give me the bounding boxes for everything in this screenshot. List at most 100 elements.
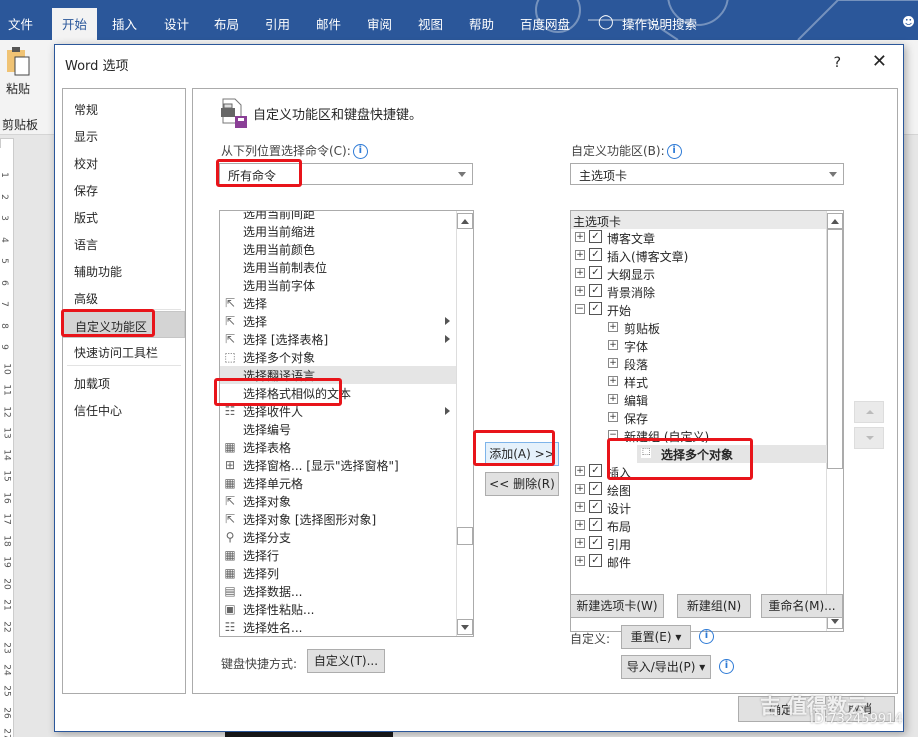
rename-button[interactable]: 重命名(M)... <box>761 594 843 618</box>
choose-commands-combo[interactable]: 所有命令 <box>219 163 473 185</box>
tree-node[interactable]: + 段落 <box>571 355 827 373</box>
scroll-up-button[interactable] <box>827 213 843 229</box>
tree-node[interactable]: + ✓ 插入(博客文章) <box>571 247 827 265</box>
tree-node[interactable]: + ✓ 布局 <box>571 517 827 535</box>
commands-scrollbar[interactable] <box>456 211 473 636</box>
command-item[interactable]: ▦ 选择列 <box>220 564 456 582</box>
tab-references[interactable]: 引用 <box>265 14 290 33</box>
expand-icon[interactable]: + <box>575 268 585 278</box>
expand-icon[interactable]: + <box>575 556 585 566</box>
command-item[interactable]: ⇱ 选择对象 <box>220 492 456 510</box>
command-item[interactable]: ▤ 选择数据... <box>220 582 456 600</box>
tree-node[interactable]: + ✓ 绘图 <box>571 481 827 499</box>
checkbox[interactable]: ✓ <box>589 230 602 243</box>
command-item[interactable]: 选用当前缩进 <box>220 222 456 240</box>
checkbox[interactable]: ✓ <box>589 482 602 495</box>
command-item[interactable]: 选用当前颜色 <box>220 240 456 258</box>
expand-icon[interactable]: + <box>608 322 618 332</box>
paste-label[interactable]: 粘贴 <box>6 80 30 97</box>
tab-review[interactable]: 审阅 <box>367 14 392 33</box>
checkbox[interactable]: ✓ <box>589 266 602 279</box>
command-item[interactable]: 选择翻译语言... <box>220 366 456 384</box>
scroll-down-button[interactable] <box>457 619 473 635</box>
command-item[interactable]: ⇱ 选择 <box>220 312 456 330</box>
scroll-up-button[interactable] <box>457 213 473 229</box>
checkbox[interactable]: ✓ <box>589 536 602 549</box>
tab-layout[interactable]: 布局 <box>214 14 239 33</box>
nav-item[interactable]: 语言 <box>63 230 185 257</box>
command-item[interactable]: ⚲ 选择分支 <box>220 528 456 546</box>
help-button[interactable]: ? <box>834 55 841 71</box>
expand-icon[interactable]: + <box>575 286 585 296</box>
info-icon[interactable]: i <box>352 144 368 159</box>
nav-item[interactable]: 常规 <box>63 95 185 122</box>
checkbox[interactable]: ✓ <box>589 500 602 513</box>
expand-icon[interactable]: + <box>608 412 618 422</box>
customize-ribbon-combo[interactable]: 主选项卡 <box>570 163 844 185</box>
tree-node[interactable]: + ✓ 背景消除 <box>571 283 827 301</box>
tree-node[interactable]: + ✓ 插入 <box>571 463 827 481</box>
tree-node[interactable]: + ✓ 设计 <box>571 499 827 517</box>
nav-item[interactable]: 高级 <box>63 284 185 311</box>
tab-insert[interactable]: 插入 <box>112 14 137 33</box>
reset-button[interactable]: 重置(E) ▾ <box>621 625 691 649</box>
tab-file[interactable]: 文件 <box>8 14 33 33</box>
tab-design[interactable]: 设计 <box>164 14 189 33</box>
command-item[interactable]: ⊞ 选择窗格... [显示"选择窗格"] <box>220 456 456 474</box>
nav-item[interactable]: 显示 <box>63 122 185 149</box>
expand-icon[interactable]: + <box>575 484 585 494</box>
expand-icon[interactable]: + <box>608 358 618 368</box>
command-item[interactable]: ▦ 选择单元格 <box>220 474 456 492</box>
tree-node[interactable]: + ✓ 邮件 <box>571 553 827 571</box>
expand-icon[interactable]: + <box>608 376 618 386</box>
add-button[interactable]: 添加(A) >> <box>485 442 559 466</box>
command-item[interactable]: ▦ 选择表格 <box>220 438 456 456</box>
command-item[interactable]: ⇱ 选择对象 [选择图形对象] <box>220 510 456 528</box>
command-item[interactable]: ⇱ 选择 [选择表格] <box>220 330 456 348</box>
command-item[interactable]: 选用当前间距 <box>220 211 456 222</box>
expand-icon[interactable]: + <box>575 520 585 530</box>
command-item[interactable]: ⬚ 选择多个对象 <box>220 348 456 366</box>
commands-list[interactable]: ☷选择姓名 ☷ 选择姓名... ▣ 选择性粘贴... ▤ 选择数据... ▦ 选择列 ▦ 选择行 ⚲ 选… <box>219 210 474 637</box>
command-item[interactable]: 选择编号 <box>220 420 456 438</box>
command-item[interactable]: ⇱ 选择 <box>220 294 456 312</box>
tree-node[interactable]: + ✓ 引用 <box>571 535 827 553</box>
collapse-icon[interactable]: − <box>608 430 618 440</box>
tree-node[interactable]: + ✓ 博客文章 <box>571 229 827 247</box>
command-item[interactable]: ☷ 选择姓名... <box>220 618 456 636</box>
nav-item[interactable]: 版式 <box>63 203 185 230</box>
command-item[interactable]: ☷ 选择收件人 <box>220 402 456 420</box>
expand-icon[interactable]: + <box>575 250 585 260</box>
remove-button[interactable]: << 删除(R) <box>485 472 559 496</box>
scroll-thumb[interactable] <box>457 527 473 545</box>
nav-item[interactable]: 保存 <box>63 176 185 203</box>
nav-item[interactable]: 加载项 <box>63 369 185 396</box>
nav-item[interactable]: 校对 <box>63 149 185 176</box>
close-button[interactable]: ✕ <box>872 51 887 72</box>
tree-node[interactable]: − 新建组 (自定义) <box>571 427 827 445</box>
tab-help[interactable]: 帮助 <box>469 14 494 33</box>
info-icon[interactable]: i <box>666 144 682 159</box>
expand-icon[interactable]: + <box>575 232 585 242</box>
expand-icon[interactable]: + <box>608 394 618 404</box>
nav-item[interactable]: 快速访问工具栏 <box>63 338 185 365</box>
tree-node[interactable]: − ✓ 开始 <box>571 301 827 319</box>
ribbon-tree[interactable]: 主选项卡 + ✓ 邮件 + ✓ 引用 + ✓ 布局 + ✓ 设计 + ✓ 绘图 + ✓ 插入 − 新建组 (自定义) +… <box>570 210 844 632</box>
command-item[interactable]: 选用当前字体 <box>220 276 456 294</box>
tab-home[interactable]: 开始 <box>52 8 98 40</box>
paste-icon[interactable] <box>6 46 30 76</box>
scroll-thumb[interactable] <box>827 229 843 469</box>
move-down-button[interactable] <box>854 427 884 449</box>
tab-view[interactable]: 视图 <box>418 14 443 33</box>
command-item[interactable]: 选择格式相似的文本 <box>220 384 456 402</box>
checkbox[interactable]: ✓ <box>589 284 602 297</box>
tree-node[interactable]: + 保存 <box>571 409 827 427</box>
tree-node[interactable]: + ✓ 大纲显示 <box>571 265 827 283</box>
new-tab-button[interactable]: 新建选项卡(W) <box>570 594 664 618</box>
checkbox[interactable]: ✓ <box>589 248 602 261</box>
nav-item[interactable]: 信任中心 <box>63 396 185 423</box>
command-item[interactable]: ☷选择姓名 <box>220 636 456 637</box>
move-up-button[interactable] <box>854 401 884 423</box>
expand-icon[interactable]: + <box>575 538 585 548</box>
info-icon[interactable]: i <box>719 659 734 674</box>
